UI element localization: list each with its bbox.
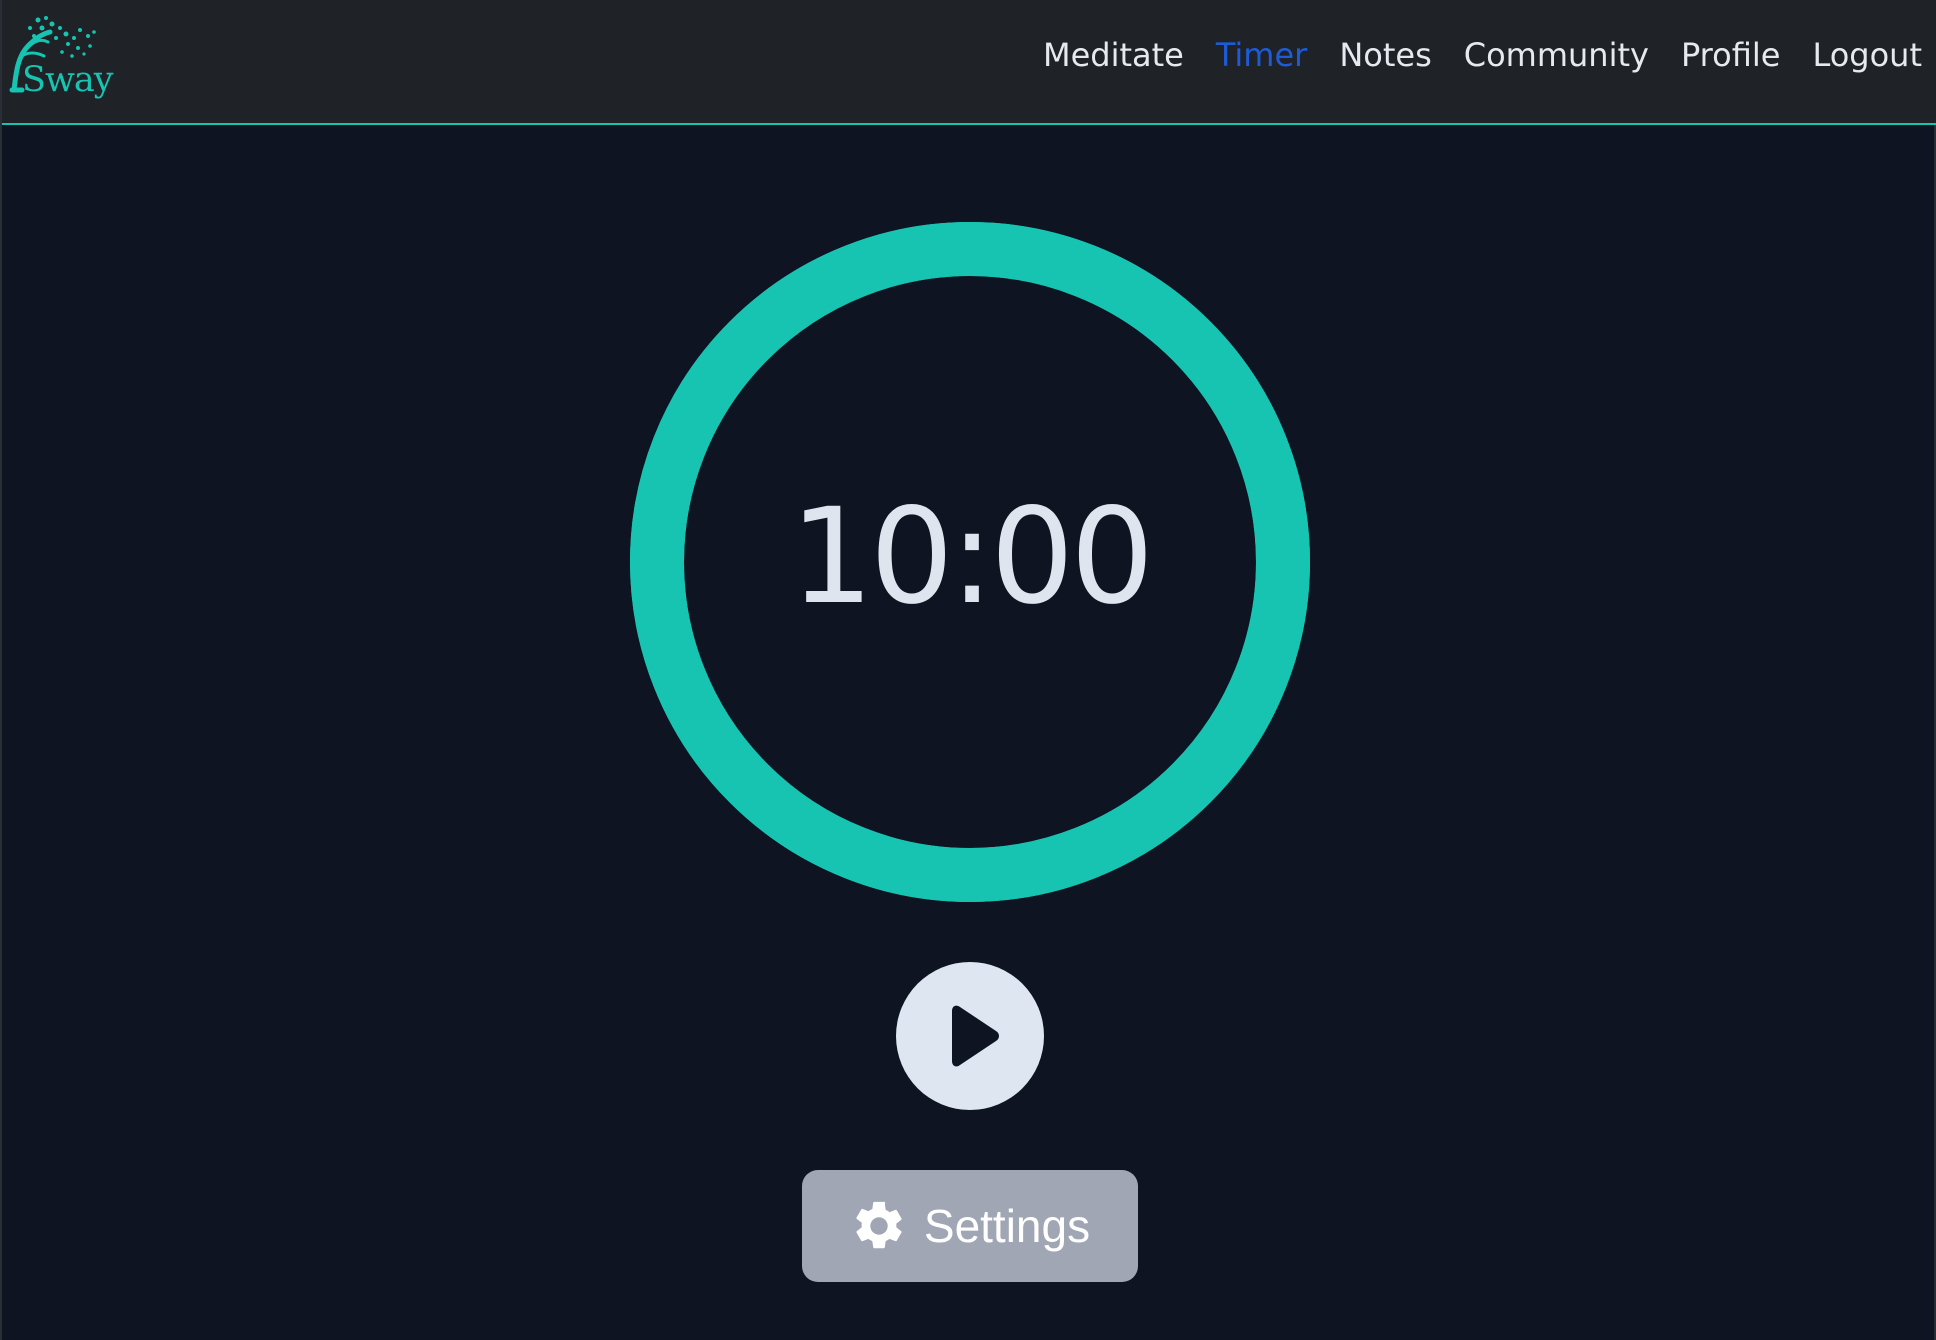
nav-link-notes[interactable]: Notes [1339,34,1431,76]
nav-link-timer[interactable]: Timer [1216,34,1307,76]
play-button[interactable] [896,962,1044,1110]
nav-link-profile[interactable]: Profile [1681,34,1781,76]
logo-text: Sway [22,60,114,100]
nav-links: Meditate Timer Notes Community Profile L… [1011,34,1922,76]
page: Sway Meditate Timer Notes Community Prof… [0,0,1936,1340]
settings-button[interactable]: Settings [802,1170,1138,1282]
timer-display: 10:00 [789,480,1154,634]
navbar: Sway Meditate Timer Notes Community Prof… [2,0,1936,125]
logo[interactable]: Sway [6,12,114,100]
settings-label: Settings [923,1200,1091,1252]
play-icon [952,1005,999,1067]
nav-link-logout[interactable]: Logout [1812,34,1922,76]
nav-link-community[interactable]: Community [1464,34,1649,76]
nav-link-meditate[interactable]: Meditate [1043,34,1184,76]
gear-icon [856,1201,902,1249]
